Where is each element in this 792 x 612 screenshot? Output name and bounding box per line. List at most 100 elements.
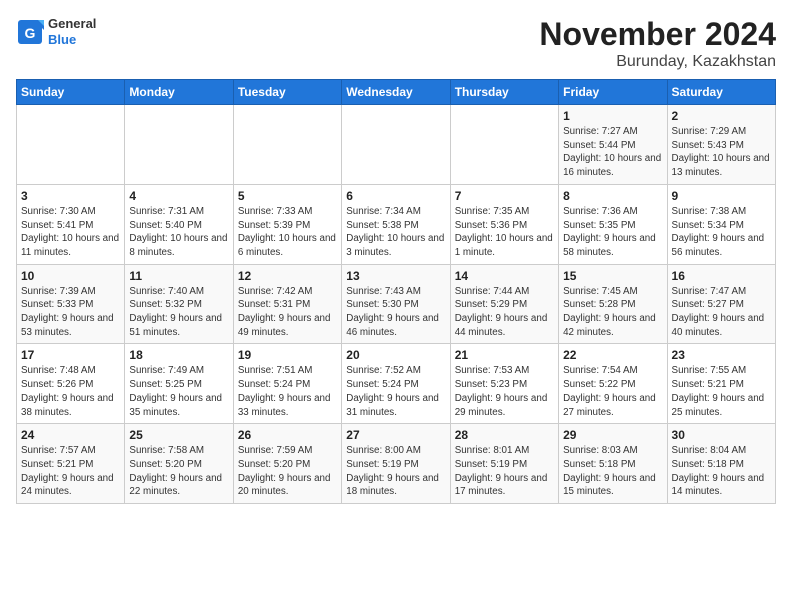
day-info: Sunrise: 7:52 AM Sunset: 5:24 PM Dayligh…: [346, 364, 445, 419]
day-number: 21: [455, 348, 554, 362]
calendar-cell: 11 Sunrise: 7:40 AM Sunset: 5:32 PM Dayli…: [125, 264, 233, 344]
day-info: Sunrise: 7:57 AM Sunset: 5:21 PM Dayligh…: [21, 444, 120, 499]
calendar-header: Sunday Monday Tuesday Wednesday Thursday…: [17, 80, 776, 105]
calendar-cell: 19Sunrise: 7:51 AM Sunset: 5:24 PM Dayli…: [233, 344, 341, 424]
col-friday: Friday: [559, 80, 667, 105]
day-number: 15: [563, 269, 662, 283]
calendar-cell: 12Sunrise: 7:42 AM Sunset: 5:31 PM Dayli…: [233, 264, 341, 344]
day-info: Sunrise: 7:40 AM Sunset: 5:32 PM Dayligh…: [129, 285, 228, 340]
day-info: Sunrise: 7:45 AM Sunset: 5:28 PM Dayligh…: [563, 285, 662, 340]
day-number: 17: [21, 348, 120, 362]
day-number: 26: [238, 428, 337, 442]
calendar-cell: 1 Sunrise: 7:27 AM Sunset: 5:44 PM Daylig…: [559, 105, 667, 185]
day-number: 23: [672, 348, 771, 362]
day-number: 28: [455, 428, 554, 442]
day-info: Sunrise: 7:33 AM Sunset: 5:39 PM Dayligh…: [238, 205, 337, 260]
calendar-title: November 2024: [539, 16, 776, 53]
calendar-week-3: 10 Sunrise: 7:39 AM Sunset: 5:33 PM Dayli…: [17, 264, 776, 344]
day-info: Sunrise: 7:44 AM Sunset: 5:29 PM Dayligh…: [455, 285, 554, 340]
calendar-cell: 4 Sunrise: 7:31 AM Sunset: 5:40 PM Daylig…: [125, 184, 233, 264]
calendar-week-5: 24 Sunrise: 7:57 AM Sunset: 5:21 PM Dayli…: [17, 424, 776, 504]
calendar-cell: 28 Sunrise: 8:01 AM Sunset: 5:19 PM Dayli…: [450, 424, 558, 504]
day-number: 2: [672, 109, 771, 123]
day-info: Sunrise: 7:55 AM Sunset: 5:21 PM Dayligh…: [672, 364, 771, 419]
calendar-cell: 20Sunrise: 7:52 AM Sunset: 5:24 PM Dayli…: [342, 344, 450, 424]
day-info: Sunrise: 7:47 AM Sunset: 5:27 PM Dayligh…: [672, 285, 771, 340]
calendar-cell: 17 Sunrise: 7:48 AM Sunset: 5:26 PM Dayli…: [17, 344, 125, 424]
day-info: Sunrise: 7:49 AM Sunset: 5:25 PM Dayligh…: [129, 364, 228, 419]
day-number: 16: [672, 269, 771, 283]
calendar-cell: [17, 105, 125, 185]
day-info: Sunrise: 7:39 AM Sunset: 5:33 PM Dayligh…: [21, 285, 120, 340]
day-number: 9: [672, 189, 771, 203]
calendar-week-4: 17 Sunrise: 7:48 AM Sunset: 5:26 PM Dayli…: [17, 344, 776, 424]
day-info: Sunrise: 7:59 AM Sunset: 5:20 PM Dayligh…: [238, 444, 337, 499]
calendar-cell: 30 Sunrise: 8:04 AM Sunset: 5:18 PM Dayli…: [667, 424, 775, 504]
day-number: 5: [238, 189, 337, 203]
calendar-cell: 5 Sunrise: 7:33 AM Sunset: 5:39 PM Daylig…: [233, 184, 341, 264]
calendar-cell: [233, 105, 341, 185]
day-number: 8: [563, 189, 662, 203]
calendar-cell: 10 Sunrise: 7:39 AM Sunset: 5:33 PM Dayli…: [17, 264, 125, 344]
day-info: Sunrise: 7:53 AM Sunset: 5:23 PM Dayligh…: [455, 364, 554, 419]
calendar-table: Sunday Monday Tuesday Wednesday Thursday…: [16, 79, 776, 504]
calendar-body: 1 Sunrise: 7:27 AM Sunset: 5:44 PM Daylig…: [17, 105, 776, 504]
day-number: 24: [21, 428, 120, 442]
day-number: 18: [129, 348, 228, 362]
day-number: 7: [455, 189, 554, 203]
day-number: 4: [129, 189, 228, 203]
svg-text:G: G: [25, 25, 36, 41]
calendar-cell: 25Sunrise: 7:58 AM Sunset: 5:20 PM Dayli…: [125, 424, 233, 504]
day-number: 13: [346, 269, 445, 283]
day-number: 27: [346, 428, 445, 442]
page-header: G General Blue November 2024 Burunday, K…: [16, 16, 776, 71]
calendar-cell: 24 Sunrise: 7:57 AM Sunset: 5:21 PM Dayli…: [17, 424, 125, 504]
day-number: 10: [21, 269, 120, 283]
col-monday: Monday: [125, 80, 233, 105]
calendar-cell: 8Sunrise: 7:36 AM Sunset: 5:35 PM Daylig…: [559, 184, 667, 264]
calendar-week-2: 3Sunrise: 7:30 AM Sunset: 5:41 PM Daylig…: [17, 184, 776, 264]
logo-general: General: [48, 16, 96, 32]
calendar-subtitle: Burunday, Kazakhstan: [539, 53, 776, 71]
calendar-cell: 2 Sunrise: 7:29 AM Sunset: 5:43 PM Daylig…: [667, 105, 775, 185]
calendar-cell: 3Sunrise: 7:30 AM Sunset: 5:41 PM Daylig…: [17, 184, 125, 264]
day-number: 11: [129, 269, 228, 283]
day-info: Sunrise: 8:00 AM Sunset: 5:19 PM Dayligh…: [346, 444, 445, 499]
day-info: Sunrise: 8:04 AM Sunset: 5:18 PM Dayligh…: [672, 444, 771, 499]
day-info: Sunrise: 7:29 AM Sunset: 5:43 PM Dayligh…: [672, 125, 771, 180]
day-number: 30: [672, 428, 771, 442]
title-block: November 2024 Burunday, Kazakhstan: [539, 16, 776, 71]
day-info: Sunrise: 7:34 AM Sunset: 5:38 PM Dayligh…: [346, 205, 445, 260]
day-info: Sunrise: 7:35 AM Sunset: 5:36 PM Dayligh…: [455, 205, 554, 260]
day-info: Sunrise: 7:48 AM Sunset: 5:26 PM Dayligh…: [21, 364, 120, 419]
day-info: Sunrise: 8:03 AM Sunset: 5:18 PM Dayligh…: [563, 444, 662, 499]
calendar-cell: 21 Sunrise: 7:53 AM Sunset: 5:23 PM Dayli…: [450, 344, 558, 424]
calendar-cell: 6Sunrise: 7:34 AM Sunset: 5:38 PM Daylig…: [342, 184, 450, 264]
col-sunday: Sunday: [17, 80, 125, 105]
calendar-cell: 13 Sunrise: 7:43 AM Sunset: 5:30 PM Dayli…: [342, 264, 450, 344]
col-tuesday: Tuesday: [233, 80, 341, 105]
day-number: 19: [238, 348, 337, 362]
day-info: Sunrise: 8:01 AM Sunset: 5:19 PM Dayligh…: [455, 444, 554, 499]
logo-icon: G: [16, 18, 44, 46]
day-info: Sunrise: 7:43 AM Sunset: 5:30 PM Dayligh…: [346, 285, 445, 340]
day-info: Sunrise: 7:27 AM Sunset: 5:44 PM Dayligh…: [563, 125, 662, 180]
day-info: Sunrise: 7:31 AM Sunset: 5:40 PM Dayligh…: [129, 205, 228, 260]
calendar-cell: 27 Sunrise: 8:00 AM Sunset: 5:19 PM Dayli…: [342, 424, 450, 504]
calendar-cell: 7 Sunrise: 7:35 AM Sunset: 5:36 PM Daylig…: [450, 184, 558, 264]
day-number: 22: [563, 348, 662, 362]
logo-blue: Blue: [48, 32, 96, 48]
day-number: 3: [21, 189, 120, 203]
header-row: Sunday Monday Tuesday Wednesday Thursday…: [17, 80, 776, 105]
day-number: 1: [563, 109, 662, 123]
day-number: 14: [455, 269, 554, 283]
calendar-cell: 14 Sunrise: 7:44 AM Sunset: 5:29 PM Dayli…: [450, 264, 558, 344]
calendar-cell: 16 Sunrise: 7:47 AM Sunset: 5:27 PM Dayli…: [667, 264, 775, 344]
calendar-week-1: 1 Sunrise: 7:27 AM Sunset: 5:44 PM Daylig…: [17, 105, 776, 185]
col-thursday: Thursday: [450, 80, 558, 105]
calendar-cell: 22Sunrise: 7:54 AM Sunset: 5:22 PM Dayli…: [559, 344, 667, 424]
day-info: Sunrise: 7:58 AM Sunset: 5:20 PM Dayligh…: [129, 444, 228, 499]
day-info: Sunrise: 7:38 AM Sunset: 5:34 PM Dayligh…: [672, 205, 771, 260]
calendar-cell: 29Sunrise: 8:03 AM Sunset: 5:18 PM Dayli…: [559, 424, 667, 504]
calendar-cell: 23 Sunrise: 7:55 AM Sunset: 5:21 PM Dayli…: [667, 344, 775, 424]
